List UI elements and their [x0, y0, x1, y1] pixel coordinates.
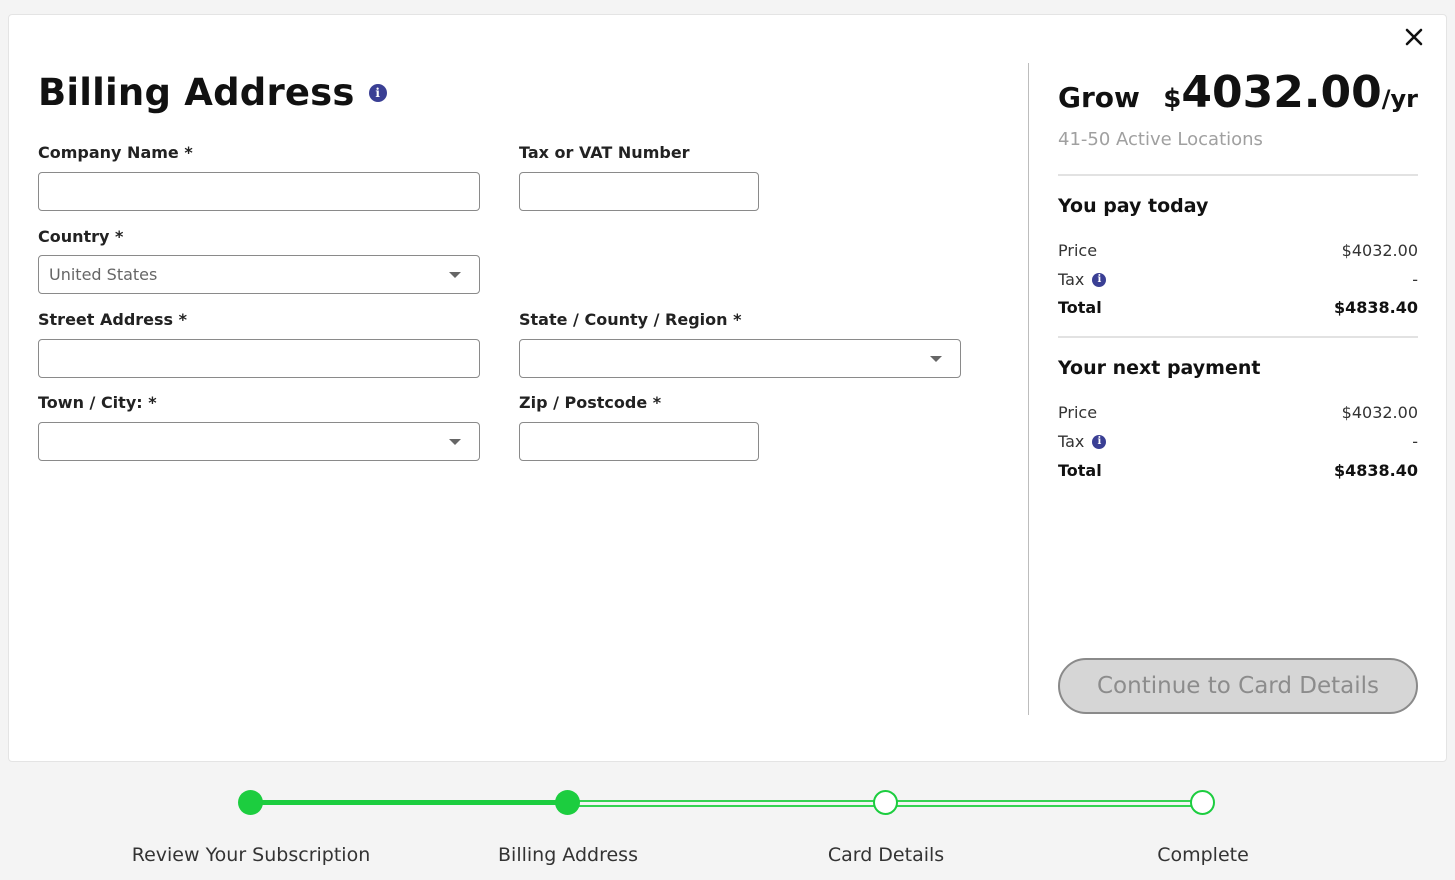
vertical-divider [1028, 63, 1029, 715]
pay-today-price-row: Price $4032.00 [1058, 241, 1418, 263]
tax-label: Tax [1058, 270, 1085, 289]
divider [1058, 336, 1418, 338]
chevron-down-icon [930, 356, 942, 362]
company-name-input[interactable] [39, 173, 479, 210]
tax-value: - [1412, 270, 1418, 289]
price-label: Price [1058, 241, 1098, 260]
zip-field[interactable] [519, 422, 759, 461]
step-dot-review [238, 790, 263, 815]
plan-price: $4032.00/yr [1163, 67, 1418, 118]
street-address-field[interactable] [38, 339, 480, 378]
progress-stepper: Review Your Subscription Billing Address… [0, 770, 1455, 880]
continue-to-card-details-button[interactable]: Continue to Card Details [1058, 658, 1418, 714]
next-payment-total-row: Total $4838.40 [1058, 461, 1418, 483]
company-name-field[interactable] [38, 172, 480, 211]
zip-label: Zip / Postcode * [519, 393, 662, 412]
plan-subtitle: 41-50 Active Locations [1058, 129, 1263, 150]
plan-header: Grow $4032.00/yr [1058, 67, 1418, 118]
step-dot-complete [1190, 790, 1215, 815]
price-value: $4032.00 [1341, 241, 1418, 260]
next-payment-price-row: Price $4032.00 [1058, 403, 1418, 425]
state-label: State / County / Region * [519, 310, 742, 329]
country-select[interactable]: United States [38, 255, 480, 294]
info-icon[interactable]: i [1092, 434, 1107, 449]
tax-vat-input[interactable] [520, 173, 758, 210]
town-city-select[interactable] [38, 422, 480, 461]
price-period: /yr [1381, 85, 1418, 113]
tax-vat-field[interactable] [519, 172, 759, 211]
info-icon[interactable]: i [368, 83, 387, 102]
tax-value: - [1412, 432, 1418, 451]
step-label-card: Card Details [827, 844, 945, 866]
tax-label: Tax [1058, 432, 1085, 451]
street-address-label: Street Address * [38, 310, 187, 329]
price-label: Price [1058, 403, 1098, 422]
next-payment-title: Your next payment [1058, 357, 1261, 379]
price-amount: 4032.00 [1181, 67, 1382, 118]
progress-track-complete [251, 800, 568, 805]
plan-name: Grow [1058, 81, 1140, 114]
step-label-complete: Complete [1157, 844, 1249, 866]
total-value: $4838.40 [1333, 461, 1418, 480]
company-name-label: Company Name * [38, 143, 193, 162]
price-value: $4032.00 [1341, 403, 1418, 422]
country-value: United States [49, 265, 158, 284]
price-currency: $ [1163, 84, 1182, 114]
divider [1058, 174, 1418, 176]
order-summary: Grow $4032.00/yr 41-50 Active Locations … [1058, 15, 1418, 761]
tax-label-wrap: Tax i [1058, 432, 1107, 451]
tax-label-wrap: Tax i [1058, 270, 1107, 289]
step-dot-billing [555, 790, 580, 815]
pay-today-total-row: Total $4838.40 [1058, 298, 1418, 320]
total-label: Total [1058, 461, 1102, 480]
country-label: Country * [38, 227, 124, 246]
form-header: Billing Address i [38, 71, 387, 114]
total-value: $4838.40 [1333, 298, 1418, 317]
street-address-input[interactable] [39, 340, 479, 377]
pay-today-tax-row: Tax i - [1058, 270, 1418, 292]
step-label-billing: Billing Address [498, 844, 638, 866]
next-payment-tax-row: Tax i - [1058, 432, 1418, 454]
step-label-review: Review Your Subscription [131, 844, 371, 866]
step-dot-card [873, 790, 898, 815]
pay-today-title: You pay today [1058, 195, 1209, 217]
zip-input[interactable] [520, 423, 758, 460]
billing-modal: Billing Address i Company Name * Tax or … [8, 14, 1447, 762]
chevron-down-icon [449, 272, 461, 278]
state-select[interactable] [519, 339, 961, 378]
town-city-label: Town / City: * [38, 393, 157, 412]
chevron-down-icon [449, 439, 461, 445]
billing-form: Billing Address i Company Name * Tax or … [38, 15, 998, 761]
total-label: Total [1058, 298, 1102, 317]
page-title: Billing Address [38, 71, 355, 114]
info-icon[interactable]: i [1092, 272, 1107, 287]
tax-vat-label: Tax or VAT Number [519, 143, 690, 162]
